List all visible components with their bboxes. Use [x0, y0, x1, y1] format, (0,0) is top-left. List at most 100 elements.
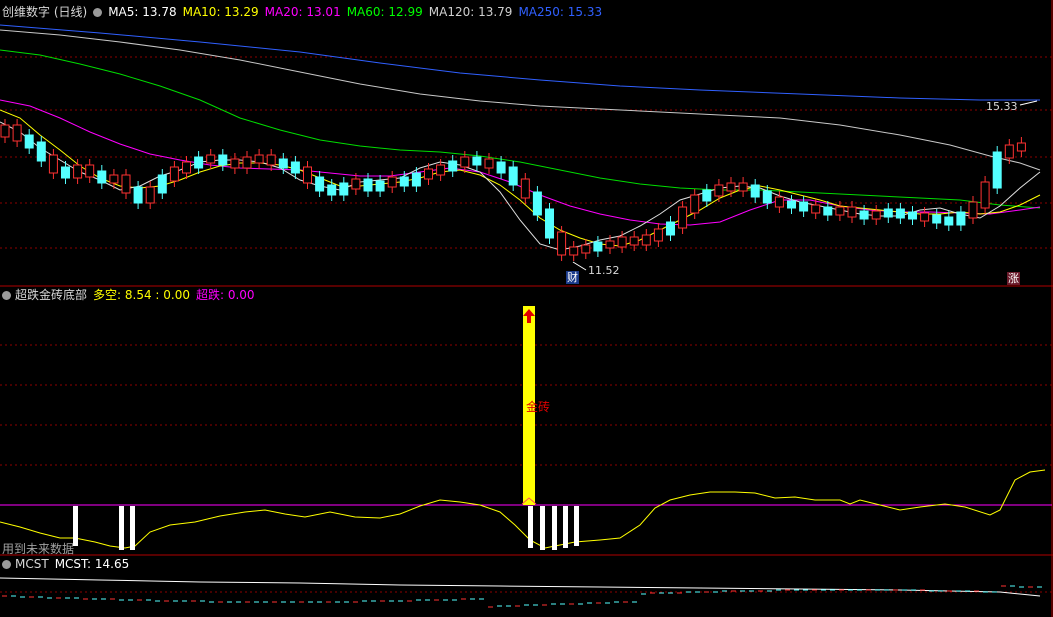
golden-brick-label: 金砖 — [526, 400, 551, 414]
candle-body — [315, 176, 325, 192]
candle-body — [36, 141, 46, 162]
mcst-value: MCST: 14.65 — [54, 557, 130, 571]
candle-body — [61, 166, 70, 179]
candle-body — [242, 156, 252, 169]
mcst-header: MCST MCST: 14.65 — [2, 556, 135, 572]
candle-body — [847, 206, 857, 218]
candle-body — [182, 161, 191, 174]
candle-body — [12, 124, 22, 142]
settings-circle-icon[interactable] — [93, 8, 103, 17]
oversold-bar — [540, 506, 545, 550]
indicator-title: 超跌金砖底部 — [15, 288, 88, 302]
candle-body — [569, 246, 579, 256]
candle-body — [968, 201, 978, 219]
candle-body — [726, 182, 736, 192]
candle-body — [738, 182, 748, 192]
indicator-settings-icon[interactable] — [2, 291, 11, 300]
candle-body — [145, 186, 155, 204]
candle-body — [557, 231, 567, 256]
candle-body — [762, 190, 772, 204]
candle-body — [956, 211, 966, 226]
ma120-label: MA120: 13.79 — [428, 5, 513, 19]
candle-body — [351, 178, 361, 190]
limit-up-badge[interactable]: 涨 — [1007, 272, 1020, 285]
candle-body — [327, 184, 337, 196]
ma60-line — [0, 49, 1041, 209]
future-data-note: 用到未来数据 — [2, 542, 75, 556]
ma250-label: MA250: 15.33 — [518, 5, 603, 19]
candle-body — [496, 161, 506, 174]
high-price-marker — [1019, 100, 1038, 106]
candle-body — [387, 176, 397, 188]
candle-body — [678, 206, 688, 229]
ma20-label: MA20: 13.01 — [264, 5, 341, 19]
candle-body — [992, 151, 1002, 189]
candle-body — [702, 189, 712, 202]
candle-body — [980, 181, 990, 209]
candle-body — [48, 154, 58, 174]
ma120-line — [0, 29, 1041, 171]
candle-body — [774, 196, 784, 208]
candle-body — [653, 228, 663, 242]
candle-body — [290, 161, 300, 174]
candle-body — [714, 184, 724, 197]
chart-canvas[interactable] — [0, 0, 1053, 617]
oversold-bar — [119, 506, 124, 550]
candle-body — [750, 184, 760, 198]
candle-body — [508, 166, 518, 186]
oversold-bar — [130, 506, 135, 550]
candle-body — [641, 234, 651, 246]
candle-body — [871, 210, 881, 220]
candle-body — [254, 154, 264, 164]
candle-body — [206, 154, 216, 164]
ma5-label: MA5: 13.78 — [108, 5, 177, 19]
oversold-bar — [528, 506, 533, 548]
candle-body — [883, 208, 893, 218]
candle-body — [121, 174, 131, 194]
oversold-bar — [563, 506, 568, 548]
candle-body — [85, 164, 95, 178]
candle-body — [133, 186, 143, 204]
candle-body — [617, 236, 627, 248]
candle-body — [823, 206, 833, 216]
candle-body — [339, 182, 349, 196]
candle-body — [97, 170, 107, 184]
ma10-label: MA10: 13.29 — [182, 5, 259, 19]
candle-body — [460, 156, 470, 168]
candle-body — [0, 124, 10, 138]
financial-report-badge[interactable]: 财 — [566, 271, 579, 284]
main-header: 创维数字 (日线) MA5: 13.78 MA10: 13.29 MA20: 13.0… — [2, 4, 608, 20]
mcst-line — [0, 577, 1041, 597]
candle-body — [666, 221, 675, 236]
high-price-label: 15.33 — [986, 100, 1018, 113]
candle-body — [303, 166, 312, 184]
ma60-label: MA60: 12.99 — [346, 5, 423, 19]
candle-body — [908, 211, 917, 220]
candle-body — [266, 154, 276, 166]
ma250-line — [0, 24, 1040, 101]
low-price-label: 11.52 — [588, 264, 620, 277]
candle-body — [363, 178, 373, 192]
candle-body — [799, 201, 809, 212]
indicator-curve — [0, 469, 1046, 549]
candle-body — [932, 214, 942, 224]
candle-body — [375, 180, 385, 192]
candle-body — [605, 240, 615, 249]
candle-body — [944, 216, 954, 226]
candle-body — [472, 156, 482, 166]
candle-body — [811, 204, 821, 214]
candle-body — [24, 134, 34, 149]
candle-body — [448, 160, 458, 172]
candle-body — [194, 156, 204, 169]
mcst-settings-icon[interactable] — [2, 560, 11, 569]
oversold-bar — [552, 506, 557, 550]
duokong-label: 多空: 8.54 : 0.00 — [93, 288, 190, 302]
candle-body — [218, 154, 228, 166]
stock-title: 创维数字 (日线) — [2, 5, 88, 19]
candle-body — [1004, 144, 1014, 159]
candle-body — [859, 210, 869, 220]
candle-body — [581, 244, 591, 254]
candle-body — [520, 178, 530, 199]
candle-body — [1016, 142, 1026, 152]
candle-body — [278, 158, 288, 169]
